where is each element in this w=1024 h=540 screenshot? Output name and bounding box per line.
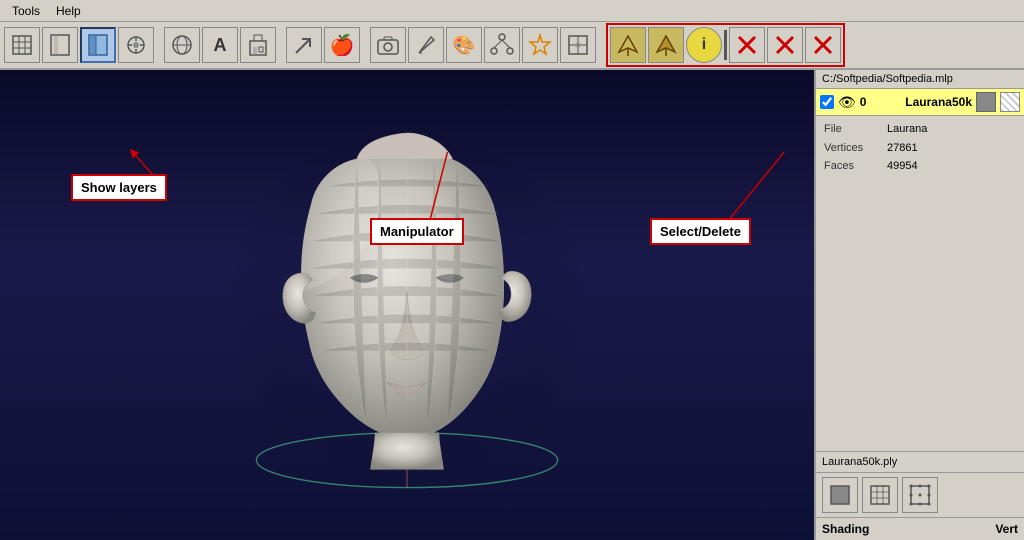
main-area: Show layers Manipulator Select/Delete C:… — [0, 70, 1024, 540]
globe-icon[interactable] — [164, 27, 200, 63]
prop-vertices-label: Vertices — [824, 139, 879, 158]
file-path-header: C:/Softpedia/Softpedia.mlp — [816, 70, 1024, 89]
prop-faces-label: Faces — [824, 157, 879, 176]
delete2-icon[interactable] — [767, 27, 803, 63]
file-path-text: C:/Softpedia/Softpedia.mlp — [822, 73, 953, 85]
solid-view-btn[interactable] — [822, 477, 858, 513]
delete1-icon[interactable] — [729, 27, 765, 63]
georef-icon[interactable] — [560, 27, 596, 63]
delete3-icon[interactable] — [805, 27, 841, 63]
layer-mesh-icon — [976, 92, 996, 112]
head-container — [0, 70, 814, 540]
camera-icon[interactable] — [370, 27, 406, 63]
arrow-tool-icon[interactable] — [286, 27, 322, 63]
layer-filename-text: Laurana50k.ply — [822, 456, 897, 468]
layer-filename: Laurana50k.ply — [816, 451, 1024, 472]
show-layers-icon[interactable] — [80, 27, 116, 63]
layer-eye-icon: 👁 — [838, 94, 856, 111]
prop-file-row: File Laurana — [824, 120, 1016, 139]
head-model — [197, 95, 617, 515]
layer-name-text: 0 — [860, 95, 902, 109]
pen-icon[interactable] — [408, 27, 444, 63]
menu-tools[interactable]: Tools — [4, 2, 48, 20]
prop-faces-value: 49954 — [887, 157, 918, 176]
layer-bottom-tools — [816, 472, 1024, 517]
right-panel: C:/Softpedia/Softpedia.mlp 👁 0 Laurana50… — [814, 70, 1024, 540]
separator-1 — [156, 27, 162, 63]
paint-icon[interactable]: 🎨 — [446, 27, 482, 63]
wireframe-view-btn[interactable] — [862, 477, 898, 513]
points-view-btn[interactable] — [902, 477, 938, 513]
separator-2 — [278, 27, 284, 63]
separator-4 — [598, 27, 604, 63]
viewport[interactable]: Show layers Manipulator Select/Delete — [0, 70, 814, 540]
select-manipulator-icon[interactable] — [610, 27, 646, 63]
shading-label: Shading — [822, 522, 869, 536]
manipulator-annotation: Manipulator — [370, 218, 464, 245]
info-icon[interactable]: i — [686, 27, 722, 63]
layer-name-label: Laurana50k — [905, 95, 972, 109]
layer-visible-checkbox[interactable] — [820, 95, 834, 109]
building-icon[interactable] — [240, 27, 276, 63]
layer-item[interactable]: 👁 0 Laurana50k — [816, 89, 1024, 116]
select-delete-annotation: Select/Delete — [650, 218, 751, 245]
apple-icon[interactable]: 🍎 — [324, 27, 360, 63]
right-panel-spacer — [816, 180, 1024, 447]
menu-help[interactable]: Help — [48, 2, 89, 20]
mesh-icon[interactable] — [4, 27, 40, 63]
layer-properties: File Laurana Vertices 27861 Faces 49954 — [816, 116, 1024, 180]
layer-panel-icon[interactable] — [42, 27, 78, 63]
shading-row: Shading Vert — [816, 517, 1024, 540]
nodes-icon[interactable] — [484, 27, 520, 63]
menubar: Tools Help — [0, 0, 1024, 22]
manipulator-icon[interactable] — [648, 27, 684, 63]
prop-vertices-row: Vertices 27861 — [824, 139, 1016, 158]
filter-icon[interactable] — [118, 27, 154, 63]
vert-label: Vert — [995, 522, 1018, 536]
prop-file-value: Laurana — [887, 120, 927, 139]
show-layers-annotation: Show layers — [71, 174, 167, 201]
layer-texture-icon — [1000, 92, 1020, 112]
select-delete-group: i — [606, 23, 845, 67]
prop-vertices-value: 27861 — [887, 139, 918, 158]
prop-faces-row: Faces 49954 — [824, 157, 1016, 176]
text-tool-icon[interactable]: A — [202, 27, 238, 63]
separator-3 — [362, 27, 368, 63]
toolbar: A 🍎 🎨 i — [0, 22, 1024, 70]
prop-file-label: File — [824, 120, 879, 139]
group-separator — [724, 30, 727, 60]
stars-icon[interactable] — [522, 27, 558, 63]
